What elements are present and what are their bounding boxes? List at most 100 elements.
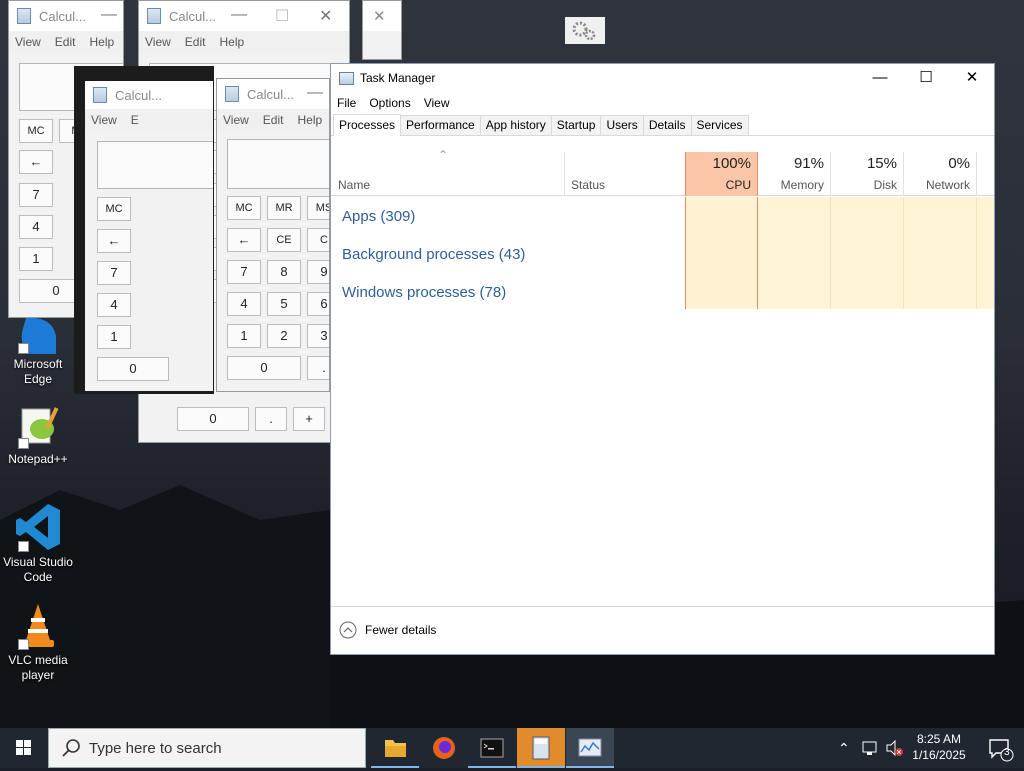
minimize-icon[interactable]: —	[307, 84, 323, 102]
tab-users[interactable]: Users	[600, 115, 644, 135]
task-manager-icon	[339, 71, 354, 85]
taskbar-firefox[interactable]	[420, 728, 468, 768]
taskbar-calculator[interactable]	[517, 728, 565, 768]
tab-details[interactable]: Details	[642, 115, 692, 135]
key-1[interactable]: 1	[19, 247, 53, 271]
desktop-icon-vlc[interactable]: VLC media player	[0, 602, 76, 683]
desktop-icon-vscode[interactable]: Visual Studio Code	[0, 502, 76, 585]
menu-view[interactable]: View	[145, 35, 171, 49]
maximize-icon[interactable]: ☐	[275, 6, 289, 26]
tab-services[interactable]: Services	[690, 115, 749, 135]
column-network[interactable]: 0% Network	[904, 152, 977, 196]
key-0[interactable]: 0	[97, 357, 169, 381]
title-bar[interactable]: Calcul... —	[9, 1, 123, 31]
group-windows-processes[interactable]: Windows processes (78)	[342, 284, 506, 301]
taskbar-terminal[interactable]	[468, 728, 516, 768]
show-hidden-icons[interactable]: ⌃	[838, 728, 856, 768]
network-status[interactable]	[860, 728, 882, 768]
key-mc[interactable]: MC	[19, 119, 53, 143]
fewer-details-button[interactable]: Fewer details	[339, 621, 436, 639]
key-7[interactable]: 7	[19, 183, 53, 207]
action-center-button[interactable]: 3	[980, 728, 1020, 768]
menu-view[interactable]: View	[91, 113, 117, 127]
maximize-button[interactable]: ☐	[903, 64, 949, 92]
group-apps[interactable]: Apps (309)	[342, 208, 415, 225]
taskbar-file-explorer[interactable]	[371, 728, 419, 768]
menu-help[interactable]: Help	[219, 35, 244, 49]
key-plus[interactable]: +	[293, 407, 325, 431]
calculator-window-3[interactable]: Calcul... View E MC ← 7 4 1 0	[74, 66, 214, 394]
tab-startup[interactable]: Startup	[550, 115, 602, 135]
tab-app-history[interactable]: App history	[479, 115, 552, 135]
key-0[interactable]: 0	[177, 407, 249, 431]
title-bar[interactable]: Task Manager — ☐ ✕	[331, 64, 994, 92]
key-mr[interactable]: MR	[267, 196, 301, 220]
close-button[interactable]: ✕	[949, 64, 995, 92]
tab-performance[interactable]: Performance	[400, 115, 481, 135]
settings-gears-window[interactable]	[565, 17, 605, 44]
menu-edit[interactable]: Edit	[185, 35, 206, 49]
column-status-label: Status	[571, 178, 606, 192]
key-mc[interactable]: MC	[227, 196, 261, 220]
key-0[interactable]: 0	[227, 356, 301, 380]
title-bar[interactable]: Calcul...	[85, 81, 213, 109]
minimize-icon[interactable]: —	[231, 6, 247, 24]
close-icon[interactable]: ✕	[373, 7, 386, 25]
search-box[interactable]: Type here to search	[48, 728, 366, 768]
key-backspace[interactable]: ←	[97, 229, 131, 253]
key-2[interactable]: 2	[267, 324, 301, 348]
task-manager-window[interactable]: Task Manager — ☐ ✕ File Options View Pro…	[330, 63, 995, 655]
key-4[interactable]: 4	[97, 293, 131, 317]
menu-edit[interactable]: Edit	[55, 35, 76, 49]
key-4[interactable]: 4	[19, 215, 53, 239]
taskbar-task-manager[interactable]	[566, 728, 614, 768]
key-4[interactable]: 4	[227, 292, 261, 316]
title-bar[interactable]: Calcul... —	[217, 79, 329, 109]
calculator-window-4[interactable]: Calcul... — View Edit Help MC MR MS ← CE…	[216, 78, 330, 392]
key-5[interactable]: 5	[267, 292, 301, 316]
minimize-button[interactable]: —	[857, 64, 903, 92]
key-3[interactable]: 3	[307, 324, 329, 348]
column-cpu[interactable]: 100% CPU	[685, 152, 758, 196]
volume-status[interactable]	[884, 728, 906, 768]
clock-date: 1/16/2025	[912, 748, 966, 762]
key-ms[interactable]: MS	[307, 196, 329, 220]
desktop-icon-notepadpp[interactable]: Notepad++	[0, 405, 76, 467]
menu-view[interactable]: View	[424, 96, 450, 110]
key-8[interactable]: 8	[267, 260, 301, 284]
menu-view[interactable]: View	[15, 35, 41, 49]
key-decimal[interactable]: .	[307, 356, 329, 380]
clock[interactable]: 8:25 AM 1/16/2025	[908, 728, 970, 768]
key-backspace[interactable]: ←	[19, 150, 53, 174]
group-background-processes[interactable]: Background processes (43)	[342, 246, 525, 263]
menu-view[interactable]: View	[223, 113, 249, 127]
key-7[interactable]: 7	[97, 261, 131, 285]
key-backspace[interactable]: ←	[227, 228, 261, 252]
menu-help[interactable]: Help	[89, 35, 114, 49]
key-decimal[interactable]: .	[255, 407, 287, 431]
menu-edit[interactable]: Edit	[263, 113, 284, 127]
calculator-window-back[interactable]: ✕	[362, 0, 402, 60]
close-icon[interactable]: ✕	[319, 6, 332, 26]
title-bar[interactable]: Calcul... — ☐ ✕	[139, 1, 349, 31]
column-name[interactable]: ⌃ Name	[331, 148, 565, 196]
key-1[interactable]: 1	[97, 325, 131, 349]
key-c[interactable]: C	[307, 228, 329, 252]
key-mc[interactable]: MC	[97, 197, 131, 221]
column-memory[interactable]: 91% Memory	[758, 152, 831, 196]
column-status[interactable]: Status	[565, 152, 685, 196]
menu-help[interactable]: Help	[297, 113, 322, 127]
column-disk[interactable]: 15% Disk	[831, 152, 904, 196]
key-6[interactable]: 6	[307, 292, 329, 316]
key-ce[interactable]: CE	[267, 228, 301, 252]
desktop-icon-edge[interactable]: Microsoft Edge	[0, 317, 76, 387]
tab-processes[interactable]: Processes	[333, 114, 402, 136]
menu-options[interactable]: Options	[369, 96, 410, 110]
menu-edit[interactable]: E	[131, 113, 139, 127]
key-7[interactable]: 7	[227, 260, 261, 284]
minimize-icon[interactable]: —	[101, 6, 117, 24]
menu-file[interactable]: File	[337, 96, 356, 110]
key-1[interactable]: 1	[227, 324, 261, 348]
start-button[interactable]	[0, 728, 48, 768]
key-9[interactable]: 9	[307, 260, 329, 284]
